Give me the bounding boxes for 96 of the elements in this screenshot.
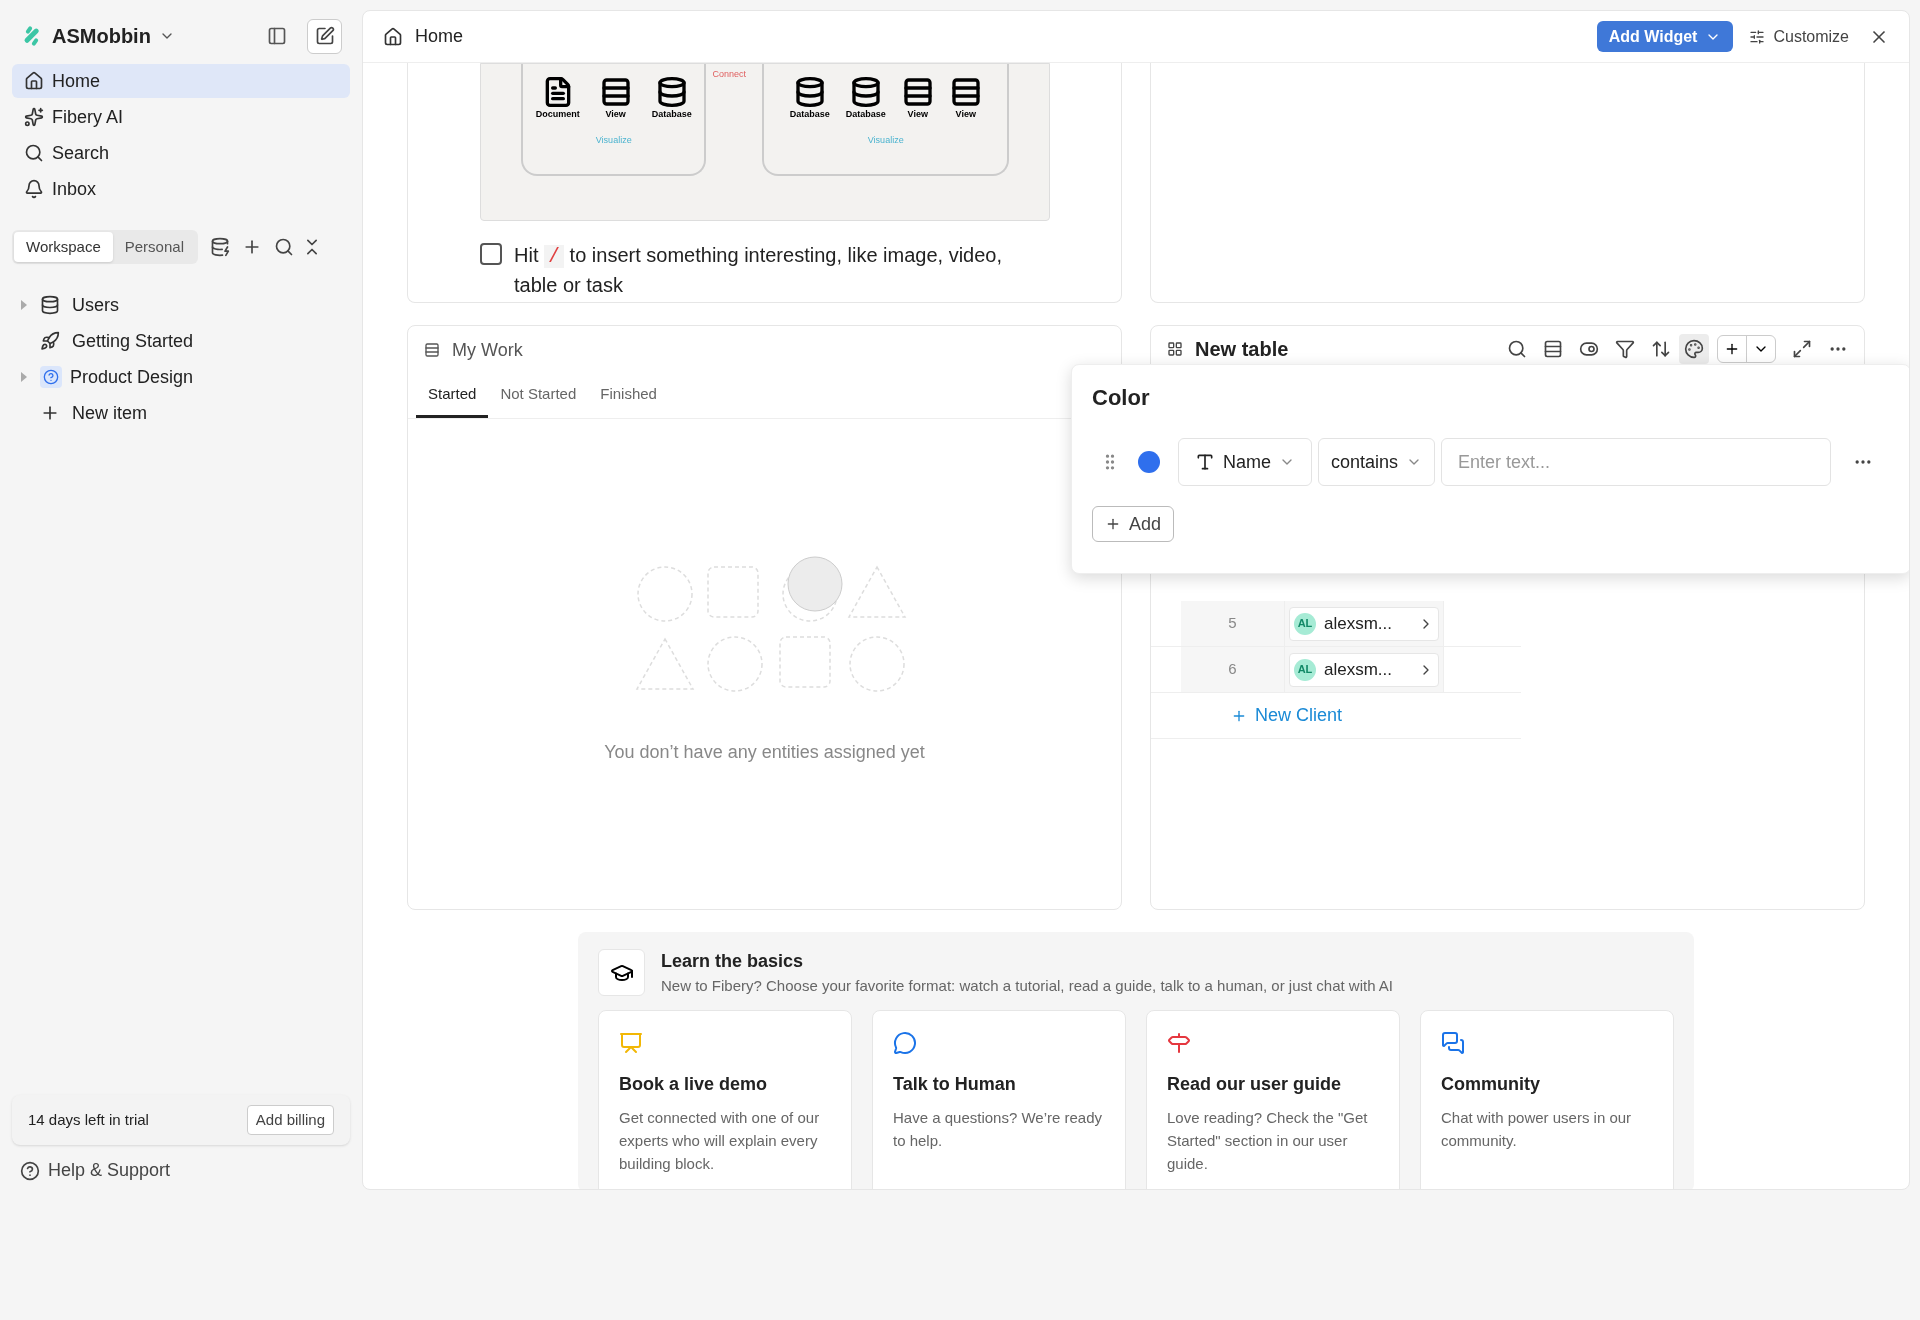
rows-icon[interactable]: [1543, 339, 1563, 359]
connect-label: Connect: [712, 68, 746, 81]
sparkle-icon: [24, 107, 44, 127]
help-icon: [20, 1160, 40, 1181]
page-title: Home: [415, 25, 463, 48]
add-rule-button[interactable]: Add: [1092, 506, 1175, 542]
learn-card[interactable]: Talk to Human Have a questions? We’re ready to help.: [872, 1009, 1126, 1189]
widget-title: New table: [1195, 337, 1289, 362]
sort-icon[interactable]: [1651, 339, 1671, 359]
learn-card[interactable]: Community Chat with power users in our community.: [1420, 1009, 1674, 1189]
diagram-label: Database: [651, 108, 692, 121]
card-title: Community: [1441, 1072, 1541, 1096]
nav-item[interactable]: Fibery AI: [12, 100, 350, 134]
diagram-label: View: [605, 108, 626, 121]
diagram-symbol-icon: [949, 76, 982, 108]
learn-subtitle: New to Fibery? Choose your favorite format: watch a tutorial, read a guide, talk to a human, or just chat with AI: [661, 976, 1394, 996]
learn-card[interactable]: Read our user guide Love reading? Check the "Get Started" section in our user guide.: [1146, 1009, 1400, 1189]
row-number-cell: 5: [1181, 601, 1284, 646]
diagram-label: View: [907, 108, 928, 121]
diagram-symbol-icon: [901, 76, 934, 108]
diagram-symbol-icon: [849, 76, 882, 108]
row-number-cell: 6: [1181, 647, 1284, 692]
visualize-label: Visualize: [595, 133, 632, 147]
user-name: alexsm...: [1324, 612, 1393, 635]
diagram-symbol-icon: [599, 76, 632, 108]
card-text: Have a questions? We’re ready to help.: [893, 1107, 1103, 1151]
new-client-button[interactable]: New Client: [1231, 693, 1343, 738]
learn-title: Learn the basics: [661, 950, 805, 973]
tab[interactable]: Finished: [588, 374, 669, 418]
nav-item[interactable]: Search: [12, 136, 350, 170]
tree-item[interactable]: Product Design: [12, 360, 350, 394]
sidebar-toggle-icon[interactable]: [267, 26, 287, 46]
list-icon: [424, 342, 440, 358]
todo-text: Hit / to insert something interesting, like image, video, table or task: [514, 243, 1004, 298]
avatar: AL: [1294, 658, 1316, 681]
operator-select[interactable]: contains: [1318, 438, 1436, 486]
toggle-icon[interactable]: [1579, 339, 1599, 359]
home-icon: [24, 71, 44, 91]
trial-text: 14 days left in trial: [28, 1109, 149, 1130]
edit-icon: [314, 26, 335, 46]
search-icon[interactable]: [273, 237, 294, 257]
search-icon: [24, 143, 44, 163]
diagram-symbol-icon: [655, 76, 688, 108]
todo-checkbox[interactable]: [480, 243, 502, 265]
card-text: Love reading? Check the "Get Started" section in our user guide.: [1167, 1107, 1369, 1174]
user-chip[interactable]: AL alexsm...: [1289, 652, 1439, 687]
help-circle-icon: [40, 366, 62, 388]
plus-icon: [1105, 516, 1121, 532]
diagram-label: View: [955, 108, 976, 121]
graduation-cap-icon: [598, 949, 645, 997]
avatar: AL: [1294, 612, 1316, 635]
workspace-name[interactable]: ASMobbin: [52, 21, 151, 51]
card-text: Chat with power users in our community.: [1441, 1107, 1633, 1151]
new-page-button[interactable]: [307, 18, 342, 54]
text-type-icon: [1195, 452, 1215, 472]
sliders-icon: [1749, 28, 1766, 45]
search-icon[interactable]: [1507, 339, 1527, 359]
tab[interactable]: Started: [416, 374, 489, 418]
customize-button[interactable]: Customize: [1749, 24, 1849, 49]
visualize-label: Visualize: [867, 133, 904, 147]
popup-title: Color: [1092, 384, 1151, 412]
empty-state-text: You don’t have any entities assigned yet: [604, 741, 925, 764]
tree-item[interactable]: Getting Started: [12, 324, 350, 358]
rocket-icon: [40, 331, 60, 351]
card-title: Read our user guide: [1167, 1072, 1343, 1096]
diagram-label: Database: [789, 108, 830, 121]
add-widget-button[interactable]: Add Widget: [1596, 21, 1734, 52]
user-name: alexsm...: [1324, 658, 1393, 681]
card-title: Talk to Human: [893, 1072, 1017, 1096]
user-chip[interactable]: AL alexsm...: [1289, 606, 1439, 641]
widget-title: My Work: [452, 338, 523, 362]
home-icon: [383, 26, 403, 47]
grid-icon: [1167, 341, 1183, 357]
diagram-label: Database: [845, 108, 886, 121]
expand-icon[interactable]: [1792, 339, 1812, 359]
nav-item[interactable]: Home: [12, 64, 350, 98]
color-palette-icon[interactable]: [1679, 334, 1709, 364]
help-support-text[interactable]: Help & Support: [48, 1157, 171, 1184]
scope-tab[interactable]: Personal: [112, 232, 196, 262]
filter-icon[interactable]: [1615, 339, 1635, 359]
learn-card[interactable]: Book a live demo Get connected with one of our experts who will explain every building block.: [598, 1009, 852, 1189]
plus-icon: [1724, 341, 1740, 357]
add-billing-button[interactable]: Add billing: [246, 1105, 334, 1135]
nav-item[interactable]: Inbox: [12, 172, 350, 206]
value-input[interactable]: Enter text...: [1441, 438, 1832, 486]
database-icon: [40, 295, 60, 315]
bell-icon: [24, 179, 44, 199]
diagram-symbol-icon: [793, 76, 826, 108]
scope-tab[interactable]: Workspace: [14, 232, 113, 262]
card-title: Book a live demo: [619, 1072, 769, 1096]
tab[interactable]: Not Started: [488, 374, 589, 418]
field-select[interactable]: Name: [1178, 438, 1312, 486]
tree-item[interactable]: Users: [12, 288, 350, 322]
card-text: Get connected with one of our experts who will explain every building block.: [619, 1107, 821, 1174]
diagram-label: Document: [535, 108, 580, 121]
tree-item[interactable]: New item: [12, 396, 350, 430]
